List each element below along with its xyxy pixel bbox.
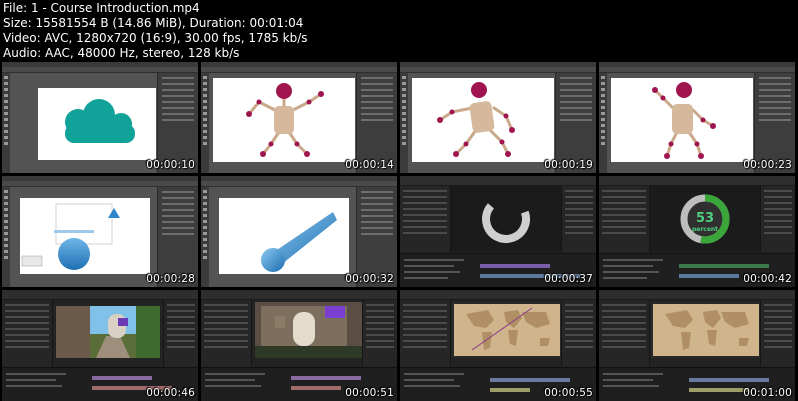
timestamp: 00:00:10	[146, 159, 195, 171]
right-panel	[157, 187, 198, 287]
puppet-character-icon	[652, 82, 716, 159]
right-panel	[754, 73, 795, 173]
project-panel	[400, 186, 451, 252]
composition-viewer	[255, 302, 363, 358]
video-info: Video: AVC, 1280x720 (16:9), 30.00 fps, …	[3, 31, 308, 45]
project-panel	[599, 186, 650, 252]
thumbnail-grid: 00:00:10 00:00:14 00:00:19 00:00:23 00:0…	[0, 62, 798, 401]
thumbnail-10[interactable]: 00:00:51	[201, 290, 397, 401]
composition-viewer	[451, 186, 561, 252]
cloud-icon	[65, 99, 135, 143]
project-panel	[2, 300, 53, 366]
effects-panel	[163, 300, 198, 366]
cone-shape-icon	[261, 212, 337, 272]
audio-info: Audio: AAC, 48000 Hz, stereo, 128 kb/s	[3, 46, 240, 60]
timestamp: 00:00:46	[146, 387, 195, 399]
effects-panel	[561, 300, 596, 366]
right-panel	[157, 73, 198, 173]
app-header	[2, 290, 198, 300]
project-panel	[400, 300, 451, 366]
thumbnail-3[interactable]: 00:00:19	[400, 62, 596, 173]
world-map-icon	[653, 304, 759, 356]
timestamp: 00:00:19	[544, 159, 593, 171]
composition-viewer	[452, 302, 562, 358]
tools-panel	[2, 187, 10, 287]
file-info: File: 1 - Course Introduction.mp4 Size: 1…	[3, 1, 308, 61]
timestamp: 00:00:28	[146, 273, 195, 285]
artboard	[20, 198, 150, 274]
effects-panel	[561, 186, 596, 252]
puppet-character-icon	[246, 83, 324, 157]
thumbnail-7[interactable]: 00:00:37	[400, 176, 596, 287]
thumbnail-11[interactable]: 00:00:55	[400, 290, 596, 401]
app-header	[599, 176, 795, 186]
timestamp: 00:00:42	[743, 273, 792, 285]
thumbnail-2[interactable]: 00:00:14	[201, 62, 397, 173]
artboard	[412, 78, 554, 162]
thumbnail-8[interactable]: 53 percent 00:00:42	[599, 176, 795, 287]
thumbnail-6[interactable]: 00:00:32	[201, 176, 397, 287]
right-panel	[356, 73, 397, 173]
app-header	[201, 290, 397, 300]
timestamp: 00:00:51	[345, 387, 394, 399]
timestamp: 00:00:32	[345, 273, 394, 285]
tools-panel	[201, 73, 209, 173]
photo-scene-icon	[56, 306, 160, 358]
photo-scene-icon	[255, 302, 363, 358]
thumbnail-9[interactable]: 00:00:46	[2, 290, 198, 401]
timestamp: 00:00:37	[544, 273, 593, 285]
file-name: File: 1 - Course Introduction.mp4	[3, 1, 200, 15]
progress-ring-icon	[482, 195, 530, 243]
app-header	[400, 176, 596, 186]
effects-panel	[760, 186, 795, 252]
shapes-icon	[21, 203, 120, 270]
timestamp: 00:01:00	[743, 387, 792, 399]
tools-panel	[201, 187, 209, 287]
effects-panel	[760, 300, 795, 366]
artboard	[611, 78, 753, 162]
timestamp: 00:00:14	[345, 159, 394, 171]
counter-label: percent	[692, 226, 718, 233]
tools-panel	[599, 73, 607, 173]
composition-viewer	[56, 306, 160, 358]
thumbnail-4[interactable]: 00:00:23	[599, 62, 795, 173]
app-header	[599, 290, 795, 300]
world-map-icon	[454, 304, 560, 356]
right-panel	[555, 73, 596, 173]
composition-viewer: 53 percent	[650, 186, 760, 252]
thumbnail-12[interactable]: 00:01:00	[599, 290, 795, 401]
tools-panel	[400, 73, 408, 173]
project-panel	[599, 300, 650, 366]
file-size: Size: 15581554 B (14.86 MiB), Duration: …	[3, 16, 304, 30]
thumbnail-1[interactable]: 00:00:10	[2, 62, 198, 173]
project-panel	[201, 300, 252, 366]
thumbnail-5[interactable]: 00:00:28	[2, 176, 198, 287]
puppet-character-icon	[437, 82, 515, 157]
counter-number: 53	[696, 211, 714, 226]
artboard	[213, 78, 355, 162]
right-panel	[356, 187, 397, 287]
artboard	[38, 88, 156, 160]
app-header	[400, 290, 596, 300]
timestamp: 00:00:55	[544, 387, 593, 399]
effects-panel	[362, 300, 397, 366]
composition-viewer	[651, 302, 761, 358]
timestamp: 00:00:23	[743, 159, 792, 171]
tools-panel	[2, 73, 10, 173]
artboard	[219, 198, 349, 274]
percent-counter-icon: 53 percent	[680, 194, 730, 244]
